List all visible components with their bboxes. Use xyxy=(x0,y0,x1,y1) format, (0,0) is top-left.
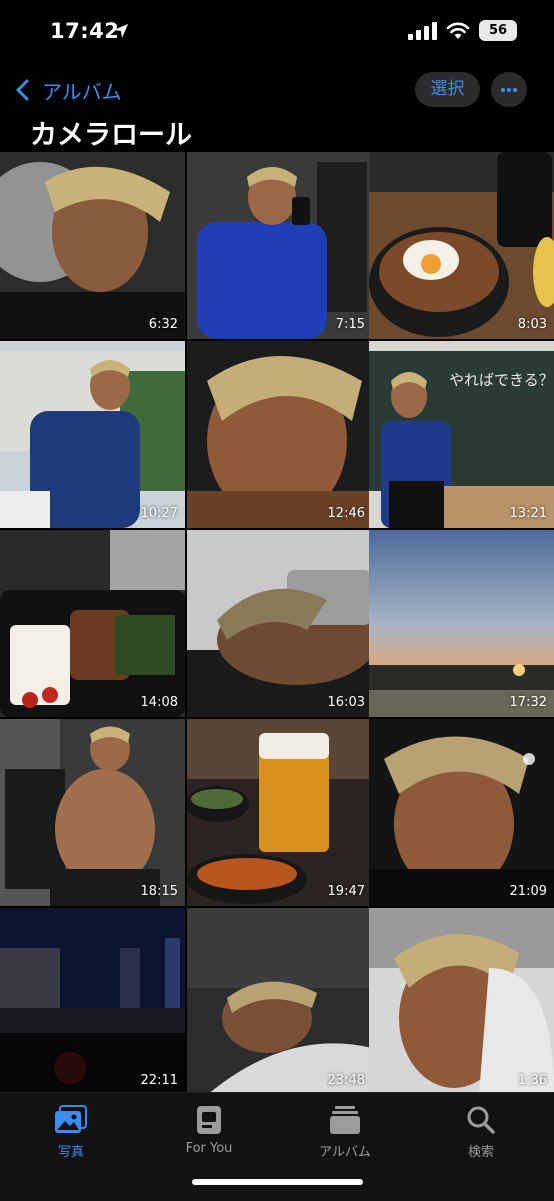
tab-search[interactable]: 検索 xyxy=(426,1105,536,1160)
photo-thumbnail[interactable]: 16:03 xyxy=(187,530,372,717)
photo-thumbnail[interactable]: 23:48 xyxy=(187,908,372,1095)
photo-thumbnail[interactable]: 21:09 xyxy=(369,719,554,906)
duration-label: 12:46 xyxy=(327,506,365,521)
back-button-label: アルバム xyxy=(42,79,122,104)
search-icon xyxy=(467,1106,495,1134)
duration-label: 22:11 xyxy=(140,1073,178,1088)
chevron-left-icon xyxy=(16,79,29,101)
status-bar: 17:42 56 xyxy=(0,0,554,62)
duration-label: 21:09 xyxy=(509,884,547,899)
duration-label: 19:47 xyxy=(327,884,365,899)
for-you-icon xyxy=(197,1106,221,1134)
tab-photos[interactable]: 写真 xyxy=(16,1105,126,1160)
photo-thumbnail[interactable]: 17:32 xyxy=(369,530,554,717)
home-indicator xyxy=(192,1179,363,1185)
photo-thumbnail[interactable]: 22:11 xyxy=(0,908,185,1095)
wifi-icon xyxy=(446,22,470,39)
blackboard-text: やればできる？ xyxy=(449,371,554,389)
tab-label: アルバム xyxy=(319,1145,371,1160)
ellipsis-dot xyxy=(507,88,511,92)
photos-icon xyxy=(55,1105,87,1133)
duration-label: 1:36 xyxy=(517,1073,547,1088)
tab-albums[interactable]: アルバム xyxy=(290,1105,400,1160)
photo-thumbnail[interactable]: 6:32 xyxy=(0,152,185,339)
photo-thumbnail[interactable]: 18:15 xyxy=(0,719,185,906)
tab-for-you[interactable]: For You xyxy=(154,1105,264,1156)
duration-label: 17:32 xyxy=(509,695,547,710)
photo-thumbnail[interactable]: やればできる？ 13:21 xyxy=(369,341,554,528)
duration-label: 18:15 xyxy=(140,884,178,899)
duration-label: 6:32 xyxy=(148,317,178,332)
duration-label: 13:21 xyxy=(509,506,547,521)
page-title: カメラロール xyxy=(30,120,192,151)
duration-label: 23:48 xyxy=(327,1073,365,1088)
ellipsis-dot xyxy=(513,88,517,92)
more-options-button[interactable] xyxy=(491,72,527,107)
ellipsis-icon xyxy=(501,88,505,92)
tab-label: 写真 xyxy=(57,1145,84,1160)
duration-label: 7:15 xyxy=(335,317,365,332)
cellular-signal-icon xyxy=(408,22,437,40)
photo-thumbnail[interactable]: 8:03 xyxy=(369,152,554,339)
photo-thumbnail[interactable]: 12:46 xyxy=(187,341,372,528)
photo-thumbnail[interactable]: 19:47 xyxy=(187,719,372,906)
tab-label: For You xyxy=(185,1141,233,1156)
tab-label: 検索 xyxy=(467,1145,494,1160)
photo-thumbnail[interactable]: 14:08 xyxy=(0,530,185,717)
photo-thumbnail[interactable]: 7:15 xyxy=(187,152,372,339)
location-arrow-icon xyxy=(114,24,128,38)
duration-label: 16:03 xyxy=(327,695,365,710)
photo-thumbnail[interactable]: 10:27 xyxy=(0,341,185,528)
photo-thumbnail[interactable]: 1:36 xyxy=(369,908,554,1095)
back-button[interactable]: アルバム xyxy=(14,74,122,106)
duration-label: 10:27 xyxy=(140,506,178,521)
select-button[interactable]: 選択 xyxy=(415,72,480,107)
duration-label: 8:03 xyxy=(517,317,547,332)
status-time: 17:42 xyxy=(50,19,120,43)
albums-icon xyxy=(330,1106,360,1134)
duration-label: 14:08 xyxy=(140,695,178,710)
battery-indicator: 56 xyxy=(479,20,517,41)
